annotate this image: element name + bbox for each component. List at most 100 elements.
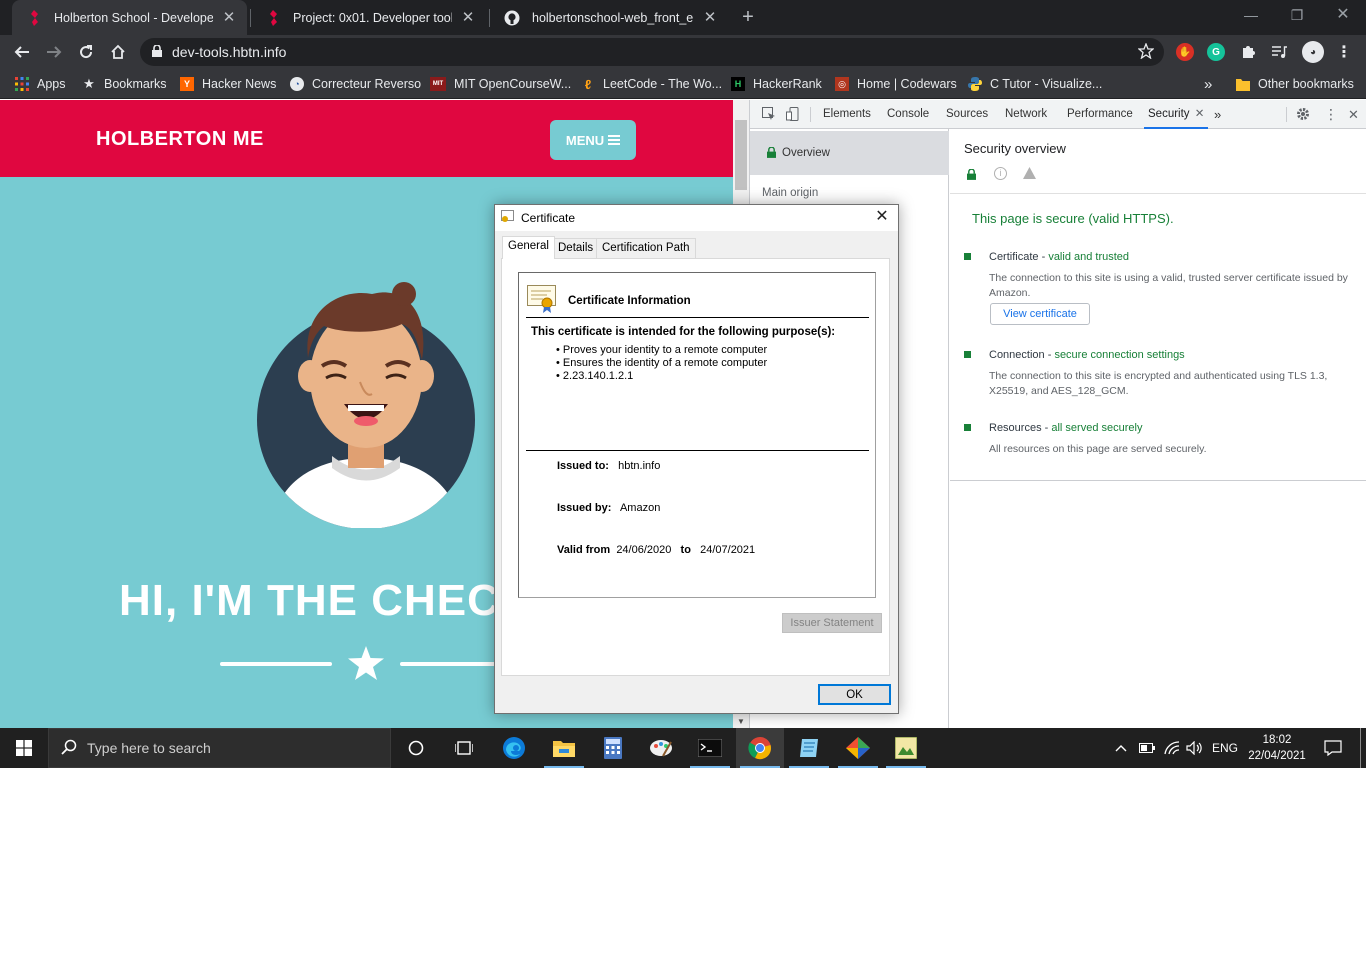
devtools-tab-sources[interactable]: Sources	[942, 100, 992, 129]
devtools-more-tabs-button[interactable]: »	[1210, 100, 1225, 129]
window-close-icon[interactable]: ✕	[1320, 0, 1366, 32]
scrollbar-thumb[interactable]	[735, 120, 747, 190]
bookmark-hacker-news[interactable]: Y Hacker News	[180, 76, 276, 92]
lock-icon[interactable]	[152, 44, 162, 60]
notepad-app-icon[interactable]	[785, 728, 833, 768]
forward-arrow-icon	[47, 46, 62, 58]
cortana-icon[interactable]	[392, 728, 440, 768]
calculator-icon[interactable]	[589, 728, 637, 768]
bookmark-other[interactable]: Other bookmarks	[1236, 76, 1354, 92]
devtools-close-icon[interactable]: ✕	[1344, 100, 1363, 129]
tab-close-icon[interactable]: ✕	[460, 9, 476, 26]
forward-button[interactable]	[41, 39, 67, 65]
paint-icon[interactable]	[637, 728, 685, 768]
devtools-tab-security[interactable]: Security ✕	[1144, 100, 1208, 129]
restore-icon[interactable]: ❐	[1274, 0, 1320, 32]
device-toolbar-icon[interactable]	[782, 100, 804, 129]
bookmark-apps[interactable]: Apps	[15, 76, 66, 92]
cert-purpose-item: • Ensures the identity of a remote compu…	[556, 357, 768, 369]
home-button[interactable]	[105, 39, 131, 65]
issuer-statement-button[interactable]: Issuer Statement	[782, 613, 882, 633]
media-control-icon[interactable]	[1270, 43, 1288, 61]
task-view-icon[interactable]	[440, 728, 488, 768]
volume-icon[interactable]	[1186, 728, 1204, 768]
devtools-menu-icon[interactable]: ⋮	[1320, 100, 1342, 129]
bookmark-label: Correcteur Reverso	[312, 77, 422, 91]
cert-issued-to: Issued to: hbtn.info	[557, 460, 661, 472]
menu-button[interactable]: MENU	[550, 120, 636, 160]
extensions-puzzle-icon[interactable]	[1239, 43, 1257, 61]
devtools-tab-performance[interactable]: Performance	[1063, 100, 1137, 129]
taskbar-search-box[interactable]: Type here to search	[48, 728, 391, 768]
hero-title: HI, I'M THE CHEC	[119, 576, 500, 625]
show-desktop-button[interactable]	[1360, 728, 1361, 768]
bookmark-reverso[interactable]: ◔ Correcteur Reverso	[290, 76, 421, 92]
tab-close-icon[interactable]: ✕	[1195, 108, 1205, 120]
battery-icon[interactable]	[1139, 728, 1155, 768]
home-icon	[111, 44, 125, 59]
ok-button[interactable]: OK	[818, 684, 891, 705]
bookmark-c-tutor[interactable]: C Tutor - Visualize...	[968, 76, 1102, 92]
tab-close-icon[interactable]: ✕	[702, 9, 718, 26]
bookmark-hackerrank[interactable]: H HackerRank	[731, 76, 822, 92]
taskbar-clock[interactable]: 18:02 22/04/2021	[1244, 732, 1310, 764]
cert-tab-certification-path[interactable]: Certification Path	[596, 238, 696, 258]
image-viewer-icon[interactable]	[882, 728, 930, 768]
bookmark-codewars[interactable]: ◎ Home | Codewars	[835, 76, 957, 92]
browser-tab-project[interactable]: Project: 0x01. Developer tools | H ✕	[251, 0, 486, 35]
bookmark-label: LeetCode - The Wo...	[603, 77, 723, 91]
apps-grid-icon	[15, 77, 29, 91]
view-certificate-button[interactable]: View certificate	[990, 303, 1090, 325]
scroll-down-arrow-icon[interactable]: ▼	[737, 717, 745, 726]
dialog-titlebar[interactable]: Certificate ✕	[495, 205, 898, 231]
bookmark-leetcode[interactable]: ℓ LeetCode - The Wo...	[581, 76, 722, 92]
new-tab-button[interactable]: +	[737, 6, 759, 28]
show-hidden-icons-chevron-icon[interactable]	[1115, 728, 1127, 768]
action-center-icon[interactable]	[1324, 728, 1342, 768]
git-gui-icon[interactable]	[834, 728, 882, 768]
star-icon: ★	[83, 76, 95, 91]
start-button[interactable]	[0, 728, 48, 768]
hamburger-icon	[608, 133, 621, 148]
chrome-menu-icon[interactable]: ⋮	[1335, 43, 1353, 61]
reload-button[interactable]	[73, 39, 99, 65]
secure-status-square	[964, 351, 971, 358]
profile-avatar[interactable]: ◕	[1302, 41, 1324, 63]
grammarly-extension-icon[interactable]: G	[1207, 43, 1225, 61]
avatar-illustration	[257, 282, 475, 528]
devtools-settings-gear-icon[interactable]	[1292, 100, 1314, 129]
file-explorer-icon[interactable]	[540, 728, 588, 768]
adblock-extension-icon[interactable]: ✋	[1176, 43, 1194, 61]
bookmarks-overflow-button[interactable]: »	[1204, 76, 1212, 93]
dialog-close-icon[interactable]: ✕	[874, 209, 890, 225]
cert-tab-details[interactable]: Details	[552, 238, 600, 258]
inspect-element-icon[interactable]	[758, 100, 780, 129]
browser-tab-github[interactable]: holbertonschool-web_front_end/ ✕	[490, 0, 728, 35]
reverso-icon: ◔	[290, 77, 304, 91]
bookmark-mit-ocw[interactable]: MIT MIT OpenCourseW...	[430, 76, 571, 92]
minimize-icon[interactable]: —	[1228, 0, 1274, 32]
bookmark-bookmarks[interactable]: ★ Bookmarks	[82, 76, 166, 92]
terminal-icon[interactable]	[686, 728, 734, 768]
cert-tab-general[interactable]: General	[502, 236, 555, 259]
sidebar-overview-item[interactable]: Overview	[750, 131, 949, 175]
edge-browser-icon[interactable]	[490, 728, 538, 768]
address-bar[interactable]: dev-tools.hbtn.info	[140, 38, 1164, 66]
input-language[interactable]: ENG	[1212, 728, 1238, 768]
bookmarks-bar: Apps ★ Bookmarks Y Hacker News ◔ Correct…	[0, 69, 1366, 99]
back-button[interactable]	[9, 39, 35, 65]
devtools-tab-elements[interactable]: Elements	[819, 100, 875, 129]
chrome-icon[interactable]	[736, 728, 784, 768]
security-item-description: The connection to this site is using a v…	[989, 272, 1348, 299]
devtools-tab-console[interactable]: Console	[883, 100, 933, 129]
wifi-icon[interactable]	[1164, 728, 1180, 768]
site-brand[interactable]: HOLBERTON ME	[96, 128, 264, 151]
browser-tab-holberton[interactable]: Holberton School - Developer to ✕	[12, 0, 247, 35]
hackerrank-icon: H	[731, 77, 745, 91]
bookmark-label: HackerRank	[753, 77, 822, 91]
devtools-tab-network[interactable]: Network	[1001, 100, 1051, 129]
toolbar-divider	[810, 107, 811, 122]
cert-info-title: Certificate Information	[568, 295, 691, 307]
tab-close-icon[interactable]: ✕	[221, 9, 237, 26]
bookmark-star-icon[interactable]	[1137, 42, 1155, 62]
